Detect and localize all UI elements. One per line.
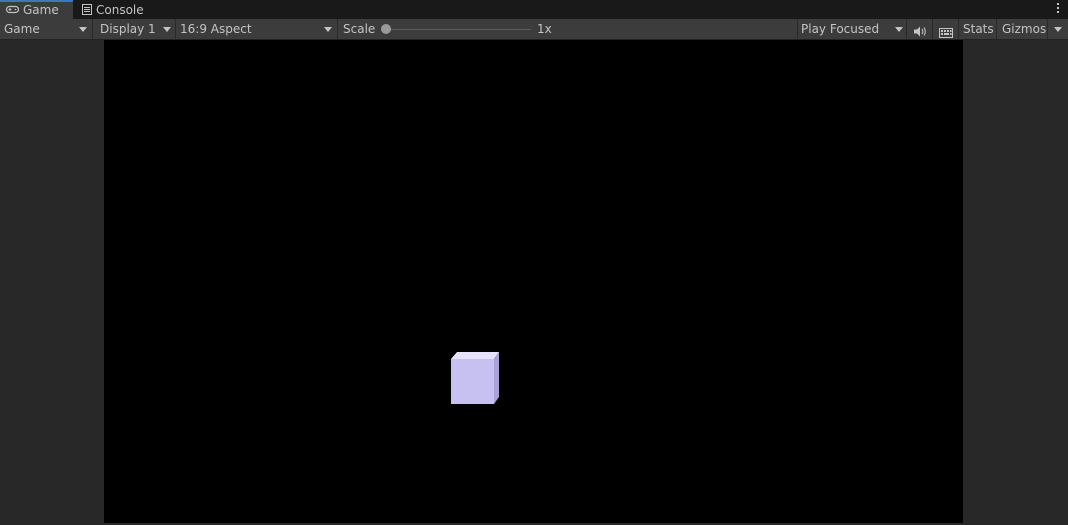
- chevron-down-icon: [324, 27, 332, 32]
- chevron-down-icon: [895, 27, 903, 32]
- stats-toggle-icon-button[interactable]: [933, 19, 959, 39]
- game-viewport[interactable]: [104, 40, 963, 523]
- tab-console-label: Console: [96, 3, 144, 17]
- scale-value-label: 1x: [537, 22, 552, 36]
- game-toolbar: Game Display 1 16:9 Aspect Scale 1x Play…: [0, 19, 1068, 40]
- play-mode-dropdown-label: Play Focused: [801, 22, 880, 36]
- chevron-down-icon: [163, 27, 171, 32]
- gizmos-label: Gizmos: [1002, 22, 1047, 36]
- cube-object: [451, 352, 499, 404]
- stats-label: Stats: [963, 22, 994, 36]
- console-icon: [82, 1, 92, 21]
- gamepad-icon: [5, 2, 20, 19]
- tab-bar: Game Console: [0, 0, 1068, 19]
- scale-slider-track[interactable]: [386, 29, 531, 30]
- tab-game[interactable]: Game: [0, 0, 73, 19]
- scale-label: Scale: [343, 22, 376, 36]
- scale-value: 1x: [537, 19, 567, 39]
- tab-console[interactable]: Console: [82, 0, 162, 19]
- display-dropdown[interactable]: Display 1: [93, 19, 176, 39]
- gizmos-button[interactable]: Gizmos: [997, 19, 1048, 39]
- display-dropdown-label: Display 1: [100, 22, 156, 36]
- aspect-dropdown[interactable]: 16:9 Aspect: [176, 19, 338, 39]
- tab-game-label: Game: [23, 3, 59, 17]
- mute-audio-button[interactable]: [907, 19, 933, 39]
- gizmos-dropdown[interactable]: [1048, 19, 1068, 39]
- chevron-down-icon: [1054, 27, 1062, 32]
- game-view-dropdown-label: Game: [4, 22, 40, 36]
- game-view-dropdown[interactable]: Game: [0, 19, 93, 39]
- chevron-down-icon: [79, 27, 87, 32]
- game-window: Game Console Game Display 1 16:9 Aspect …: [0, 0, 1068, 525]
- scale-slider-handle[interactable]: [381, 24, 391, 34]
- play-mode-dropdown[interactable]: Play Focused: [798, 19, 907, 39]
- aspect-dropdown-label: 16:9 Aspect: [180, 22, 252, 36]
- more-options-icon[interactable]: [1057, 3, 1060, 15]
- stats-button[interactable]: Stats: [959, 19, 997, 39]
